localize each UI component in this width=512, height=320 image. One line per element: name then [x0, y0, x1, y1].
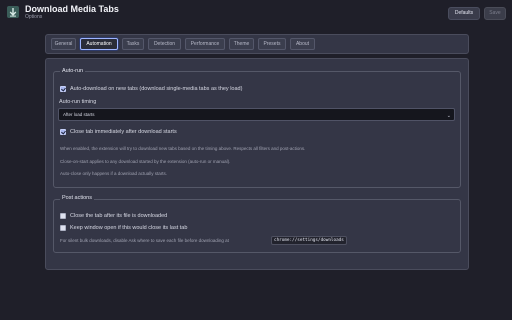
post-actions-legend: Post actions: [60, 195, 94, 201]
app-subtitle: Options: [25, 14, 43, 20]
chevron-down-icon: ⌄: [446, 113, 451, 119]
auto-download-checkbox[interactable]: [60, 86, 66, 92]
tab-performance[interactable]: Performance: [185, 38, 225, 50]
timing-label: Auto-run timing: [59, 99, 97, 105]
app-logo-icon: [7, 6, 19, 18]
keep-window-label: Keep window open if this would close its…: [70, 225, 188, 231]
auto-download-label: Auto-download on new tabs (download sing…: [70, 86, 243, 92]
downloads-settings-path: chrome://settings/downloads: [271, 236, 347, 245]
app-header: Download Media Tabs Options Defaults Sav…: [0, 0, 512, 26]
tab-theme[interactable]: Theme: [229, 38, 254, 50]
post-actions-help: For silent bulk downloads, disable Ask w…: [60, 238, 229, 243]
autorun-help-2: Close-on-start applies to any download s…: [60, 159, 231, 164]
close-after-label: Close the tab after its file is download…: [70, 213, 168, 219]
close-tab-checkbox[interactable]: [60, 129, 66, 135]
save-button[interactable]: Save: [484, 7, 506, 20]
timing-select-value: After load starts: [63, 112, 95, 117]
timing-select[interactable]: After load starts ⌄: [58, 108, 455, 121]
autorun-help-3: Auto-close only happens if a download ac…: [60, 171, 168, 176]
tab-tasks[interactable]: Tasks: [122, 38, 144, 50]
tab-presets[interactable]: Presets: [258, 38, 286, 50]
autorun-legend: Auto-run: [60, 68, 86, 74]
autorun-help-1: When enabled, the extension will try to …: [60, 146, 306, 151]
keep-window-checkbox[interactable]: [60, 225, 66, 231]
close-tab-label: Close tab immediately after download sta…: [70, 129, 177, 135]
app-title: Download Media Tabs: [25, 4, 119, 14]
tabs-bar: General Automation Tasks Detection Perfo…: [45, 34, 469, 54]
tab-general[interactable]: General: [51, 38, 76, 50]
tab-detection[interactable]: Detection: [148, 38, 181, 50]
tab-automation[interactable]: Automation: [80, 38, 118, 50]
close-after-checkbox[interactable]: [60, 213, 66, 219]
tab-about[interactable]: About: [290, 38, 315, 50]
defaults-button[interactable]: Defaults: [448, 7, 480, 20]
